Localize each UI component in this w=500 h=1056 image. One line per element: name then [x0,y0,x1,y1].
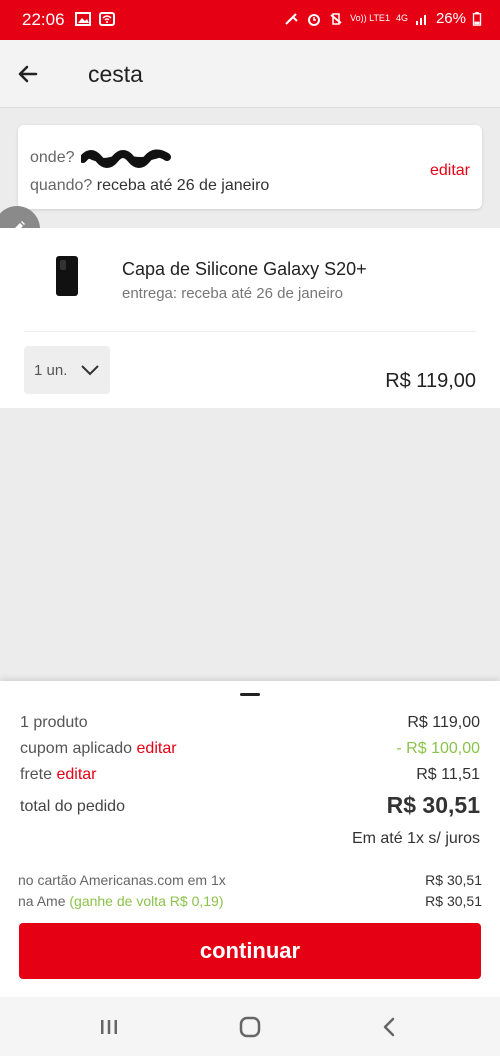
product-name[interactable]: Capa de Silicone Galaxy S20+ [122,259,367,280]
card-payment-value: R$ 30,51 [425,872,482,888]
ame-payment-value: R$ 30,51 [425,893,482,909]
battery-icon [472,11,482,26]
when-label: quando? [30,177,93,194]
home-icon[interactable] [236,1013,264,1041]
signal-icon [415,14,426,25]
image-icon [75,12,91,26]
product-image[interactable] [56,256,78,296]
summary-total-row: total do pedido R$ 30,51 [20,792,480,818]
products-value: R$ 119,00 [407,714,480,731]
delivery-card: onde? quando? receba até 26 de janeiro e… [18,125,482,209]
summary-shipping-row: frete editar R$ 11,51 [20,766,480,784]
coupon-value: - R$ 100,00 [396,740,480,757]
product-card: Capa de Silicone Galaxy S20+ entrega: re… [0,228,500,408]
when-value: receba até 26 de janeiro [96,177,270,194]
card-payment-row: no cartão Americanas.com em 1x R$ 30,51 [18,872,482,888]
status-bar: 22:06 Vo)) LTE1 4G 26% [0,0,500,40]
edit-delivery-link[interactable]: editar [430,162,470,180]
recent-apps-icon[interactable] [95,1013,123,1041]
wifi-icon [99,12,115,26]
alarm-icon [308,13,321,26]
installments-text: Em até 1x s/ juros [351,830,480,847]
total-label: total do pedido [20,798,125,815]
ame-payment-row: na Ame (ganhe de volta R$ 0,19) R$ 30,51 [18,893,482,909]
mute-icon [285,12,298,25]
back-nav-icon[interactable] [376,1013,404,1041]
page-title: cesta [88,61,143,87]
vibrate-icon [330,12,342,25]
network-label: 4G [395,13,408,23]
product-price: R$ 119,00 [385,370,476,392]
product-delivery-text: entrega: receba até 26 de janeiro [122,285,343,302]
order-summary: 1 produto R$ 119,00 cupom aplicado edita… [0,681,500,997]
edit-coupon-link[interactable]: editar [137,740,177,757]
status-time: 22:06 [22,10,65,29]
products-label: 1 produto [20,714,88,731]
coupon-label: cupom aplicado [20,740,133,757]
system-nav-bar [0,997,500,1056]
continue-button[interactable]: continuar [19,923,481,979]
volte-label: Vo)) LTE1 [350,13,390,23]
summary-coupon-row: cupom aplicado editar - R$ 100,00 [20,740,480,758]
shipping-value: R$ 11,51 [416,766,480,783]
ame-payment-label: na Ame [18,893,66,909]
where-label: onde? [30,149,75,166]
quantity-value: 1 un. [34,361,68,379]
shipping-label: frete [20,766,53,783]
quantity-select[interactable]: 1 un. [24,346,110,394]
battery-percent: 26% [435,10,466,27]
redacted-address [80,149,171,168]
ame-cashback-text: (ganhe de volta R$ 0,19) [69,893,224,909]
card-payment-label: no cartão Americanas.com em 1x [18,872,226,888]
divider [24,331,476,332]
back-arrow-icon[interactable] [14,60,42,88]
app-header: cesta [0,40,500,108]
edit-shipping-link[interactable]: editar [56,766,96,783]
summary-products-row: 1 produto R$ 119,00 [20,714,480,732]
chevron-down-icon [81,365,100,376]
sheet-drag-handle[interactable] [240,693,260,696]
total-value: R$ 30,51 [386,792,480,818]
